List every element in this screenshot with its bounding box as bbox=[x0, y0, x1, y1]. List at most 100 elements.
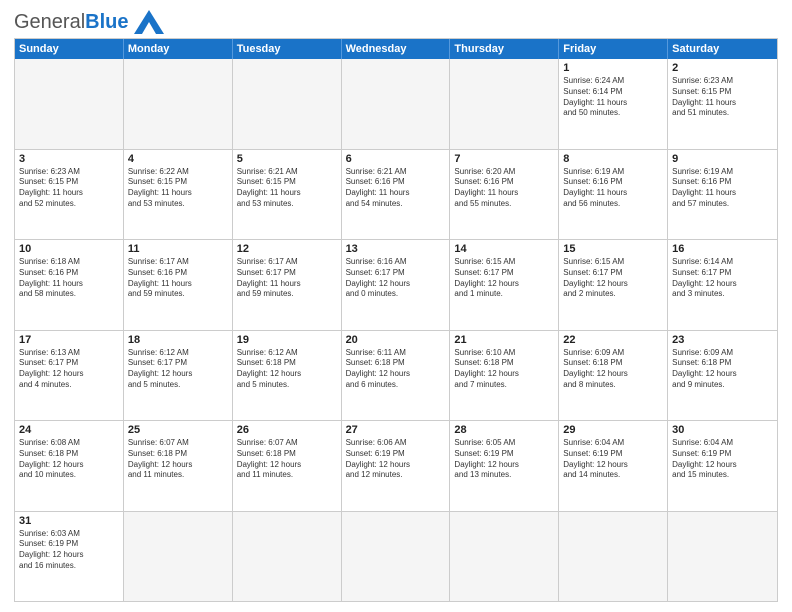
day-cell-10: 10Sunrise: 6:18 AM Sunset: 6:16 PM Dayli… bbox=[15, 240, 124, 330]
day-number: 7 bbox=[454, 153, 554, 165]
day-number: 23 bbox=[672, 334, 773, 346]
empty-cell bbox=[233, 59, 342, 149]
day-cell-17: 17Sunrise: 6:13 AM Sunset: 6:17 PM Dayli… bbox=[15, 331, 124, 421]
calendar: SundayMondayTuesdayWednesdayThursdayFrid… bbox=[14, 38, 778, 602]
day-number: 14 bbox=[454, 243, 554, 255]
day-number: 4 bbox=[128, 153, 228, 165]
day-number: 30 bbox=[672, 424, 773, 436]
day-number: 18 bbox=[128, 334, 228, 346]
day-number: 11 bbox=[128, 243, 228, 255]
sun-info: Sunrise: 6:21 AM Sunset: 6:16 PM Dayligh… bbox=[346, 167, 446, 210]
sun-info: Sunrise: 6:15 AM Sunset: 6:17 PM Dayligh… bbox=[454, 257, 554, 300]
day-cell-8: 8 Sunrise: 6:19 AM Sunset: 6:16 PM Daylig… bbox=[559, 150, 668, 240]
weekday-header-monday: Monday bbox=[124, 39, 233, 59]
sun-info: Sunrise: 6:23 AM Sunset: 6:15 PM Dayligh… bbox=[19, 167, 119, 210]
day-cell-19: 19Sunrise: 6:12 AM Sunset: 6:18 PM Dayli… bbox=[233, 331, 342, 421]
day-number: 22 bbox=[563, 334, 663, 346]
day-number: 2 bbox=[672, 62, 773, 74]
calendar-row-2: 10Sunrise: 6:18 AM Sunset: 6:16 PM Dayli… bbox=[15, 239, 777, 330]
day-number: 15 bbox=[563, 243, 663, 255]
empty-cell bbox=[124, 59, 233, 149]
weekday-header-sunday: Sunday bbox=[15, 39, 124, 59]
day-number: 20 bbox=[346, 334, 446, 346]
day-cell-30: 30Sunrise: 6:04 AM Sunset: 6:19 PM Dayli… bbox=[668, 421, 777, 511]
day-number: 24 bbox=[19, 424, 119, 436]
sun-info: Sunrise: 6:23 AM Sunset: 6:15 PM Dayligh… bbox=[672, 76, 773, 119]
day-cell-5: 5Sunrise: 6:21 AM Sunset: 6:15 PM Daylig… bbox=[233, 150, 342, 240]
empty-cell bbox=[124, 512, 233, 602]
day-cell-15: 15 Sunrise: 6:15 AM Sunset: 6:17 PM Dayli… bbox=[559, 240, 668, 330]
sun-info: Sunrise: 6:03 AM Sunset: 6:19 PM Dayligh… bbox=[19, 529, 119, 572]
day-number: 6 bbox=[346, 153, 446, 165]
day-number: 21 bbox=[454, 334, 554, 346]
calendar-row-4: 24 Sunrise: 6:08 AM Sunset: 6:18 PM Dayli… bbox=[15, 420, 777, 511]
sun-info: Sunrise: 6:14 AM Sunset: 6:17 PM Dayligh… bbox=[672, 257, 773, 300]
day-cell-26: 26 Sunrise: 6:07 AM Sunset: 6:18 PM Dayli… bbox=[233, 421, 342, 511]
day-number: 25 bbox=[128, 424, 228, 436]
day-cell-16: 16 Sunrise: 6:14 AM Sunset: 6:17 PM Dayli… bbox=[668, 240, 777, 330]
day-number: 8 bbox=[563, 153, 663, 165]
calendar-row-5: 31 Sunrise: 6:03 AM Sunset: 6:19 PM Dayli… bbox=[15, 511, 777, 602]
day-number: 31 bbox=[19, 515, 119, 527]
day-cell-4: 4 Sunrise: 6:22 AM Sunset: 6:15 PM Daylig… bbox=[124, 150, 233, 240]
day-cell-11: 11 Sunrise: 6:17 AM Sunset: 6:16 PM Dayli… bbox=[124, 240, 233, 330]
day-number: 29 bbox=[563, 424, 663, 436]
day-cell-28: 28 Sunrise: 6:05 AM Sunset: 6:19 PM Dayli… bbox=[450, 421, 559, 511]
weekday-header-wednesday: Wednesday bbox=[342, 39, 451, 59]
sun-info: Sunrise: 6:22 AM Sunset: 6:15 PM Dayligh… bbox=[128, 167, 228, 210]
day-number: 9 bbox=[672, 153, 773, 165]
day-cell-3: 3 Sunrise: 6:23 AM Sunset: 6:15 PM Daylig… bbox=[15, 150, 124, 240]
day-cell-20: 20 Sunrise: 6:11 AM Sunset: 6:18 PM Dayli… bbox=[342, 331, 451, 421]
day-cell-24: 24 Sunrise: 6:08 AM Sunset: 6:18 PM Dayli… bbox=[15, 421, 124, 511]
day-number: 19 bbox=[237, 334, 337, 346]
day-number: 10 bbox=[19, 243, 119, 255]
day-cell-23: 23 Sunrise: 6:09 AM Sunset: 6:18 PM Dayli… bbox=[668, 331, 777, 421]
day-cell-22: 22 Sunrise: 6:09 AM Sunset: 6:18 PM Dayli… bbox=[559, 331, 668, 421]
empty-cell bbox=[668, 512, 777, 602]
sun-info: Sunrise: 6:12 AM Sunset: 6:17 PM Dayligh… bbox=[128, 348, 228, 391]
day-number: 12 bbox=[237, 243, 337, 255]
logo-icon bbox=[134, 10, 164, 34]
sun-info: Sunrise: 6:17 AM Sunset: 6:16 PM Dayligh… bbox=[128, 257, 228, 300]
sun-info: Sunrise: 6:07 AM Sunset: 6:18 PM Dayligh… bbox=[237, 438, 337, 481]
sun-info: Sunrise: 6:05 AM Sunset: 6:19 PM Dayligh… bbox=[454, 438, 554, 481]
calendar-row-3: 17Sunrise: 6:13 AM Sunset: 6:17 PM Dayli… bbox=[15, 330, 777, 421]
sun-info: Sunrise: 6:19 AM Sunset: 6:16 PM Dayligh… bbox=[563, 167, 663, 210]
calendar-header: SundayMondayTuesdayWednesdayThursdayFrid… bbox=[15, 39, 777, 59]
weekday-header-thursday: Thursday bbox=[450, 39, 559, 59]
weekday-header-saturday: Saturday bbox=[668, 39, 777, 59]
day-cell-7: 7Sunrise: 6:20 AM Sunset: 6:16 PM Daylig… bbox=[450, 150, 559, 240]
empty-cell bbox=[559, 512, 668, 602]
day-cell-29: 29Sunrise: 6:04 AM Sunset: 6:19 PM Dayli… bbox=[559, 421, 668, 511]
sun-info: Sunrise: 6:24 AM Sunset: 6:14 PM Dayligh… bbox=[563, 76, 663, 119]
sun-info: Sunrise: 6:09 AM Sunset: 6:18 PM Dayligh… bbox=[563, 348, 663, 391]
sun-info: Sunrise: 6:15 AM Sunset: 6:17 PM Dayligh… bbox=[563, 257, 663, 300]
sun-info: Sunrise: 6:09 AM Sunset: 6:18 PM Dayligh… bbox=[672, 348, 773, 391]
weekday-header-tuesday: Tuesday bbox=[233, 39, 342, 59]
empty-cell bbox=[450, 512, 559, 602]
sun-info: Sunrise: 6:08 AM Sunset: 6:18 PM Dayligh… bbox=[19, 438, 119, 481]
sun-info: Sunrise: 6:16 AM Sunset: 6:17 PM Dayligh… bbox=[346, 257, 446, 300]
day-number: 16 bbox=[672, 243, 773, 255]
day-number: 1 bbox=[563, 62, 663, 74]
day-cell-21: 21 Sunrise: 6:10 AM Sunset: 6:18 PM Dayli… bbox=[450, 331, 559, 421]
sun-info: Sunrise: 6:10 AM Sunset: 6:18 PM Dayligh… bbox=[454, 348, 554, 391]
day-cell-9: 9 Sunrise: 6:19 AM Sunset: 6:16 PM Daylig… bbox=[668, 150, 777, 240]
day-cell-1: 1 Sunrise: 6:24 AM Sunset: 6:14 PM Daylig… bbox=[559, 59, 668, 149]
sun-info: Sunrise: 6:11 AM Sunset: 6:18 PM Dayligh… bbox=[346, 348, 446, 391]
day-number: 3 bbox=[19, 153, 119, 165]
day-cell-25: 25 Sunrise: 6:07 AM Sunset: 6:18 PM Dayli… bbox=[124, 421, 233, 511]
sun-info: Sunrise: 6:07 AM Sunset: 6:18 PM Dayligh… bbox=[128, 438, 228, 481]
calendar-row-1: 3 Sunrise: 6:23 AM Sunset: 6:15 PM Daylig… bbox=[15, 149, 777, 240]
day-cell-2: 2 Sunrise: 6:23 AM Sunset: 6:15 PM Daylig… bbox=[668, 59, 777, 149]
logo: GeneralBlue bbox=[14, 10, 164, 34]
day-number: 26 bbox=[237, 424, 337, 436]
day-cell-12: 12Sunrise: 6:17 AM Sunset: 6:17 PM Dayli… bbox=[233, 240, 342, 330]
page: GeneralBlue SundayMondayTuesdayWednesday… bbox=[0, 0, 792, 612]
header: GeneralBlue bbox=[14, 10, 778, 34]
day-number: 28 bbox=[454, 424, 554, 436]
day-number: 17 bbox=[19, 334, 119, 346]
sun-info: Sunrise: 6:19 AM Sunset: 6:16 PM Dayligh… bbox=[672, 167, 773, 210]
empty-cell bbox=[233, 512, 342, 602]
weekday-header-friday: Friday bbox=[559, 39, 668, 59]
